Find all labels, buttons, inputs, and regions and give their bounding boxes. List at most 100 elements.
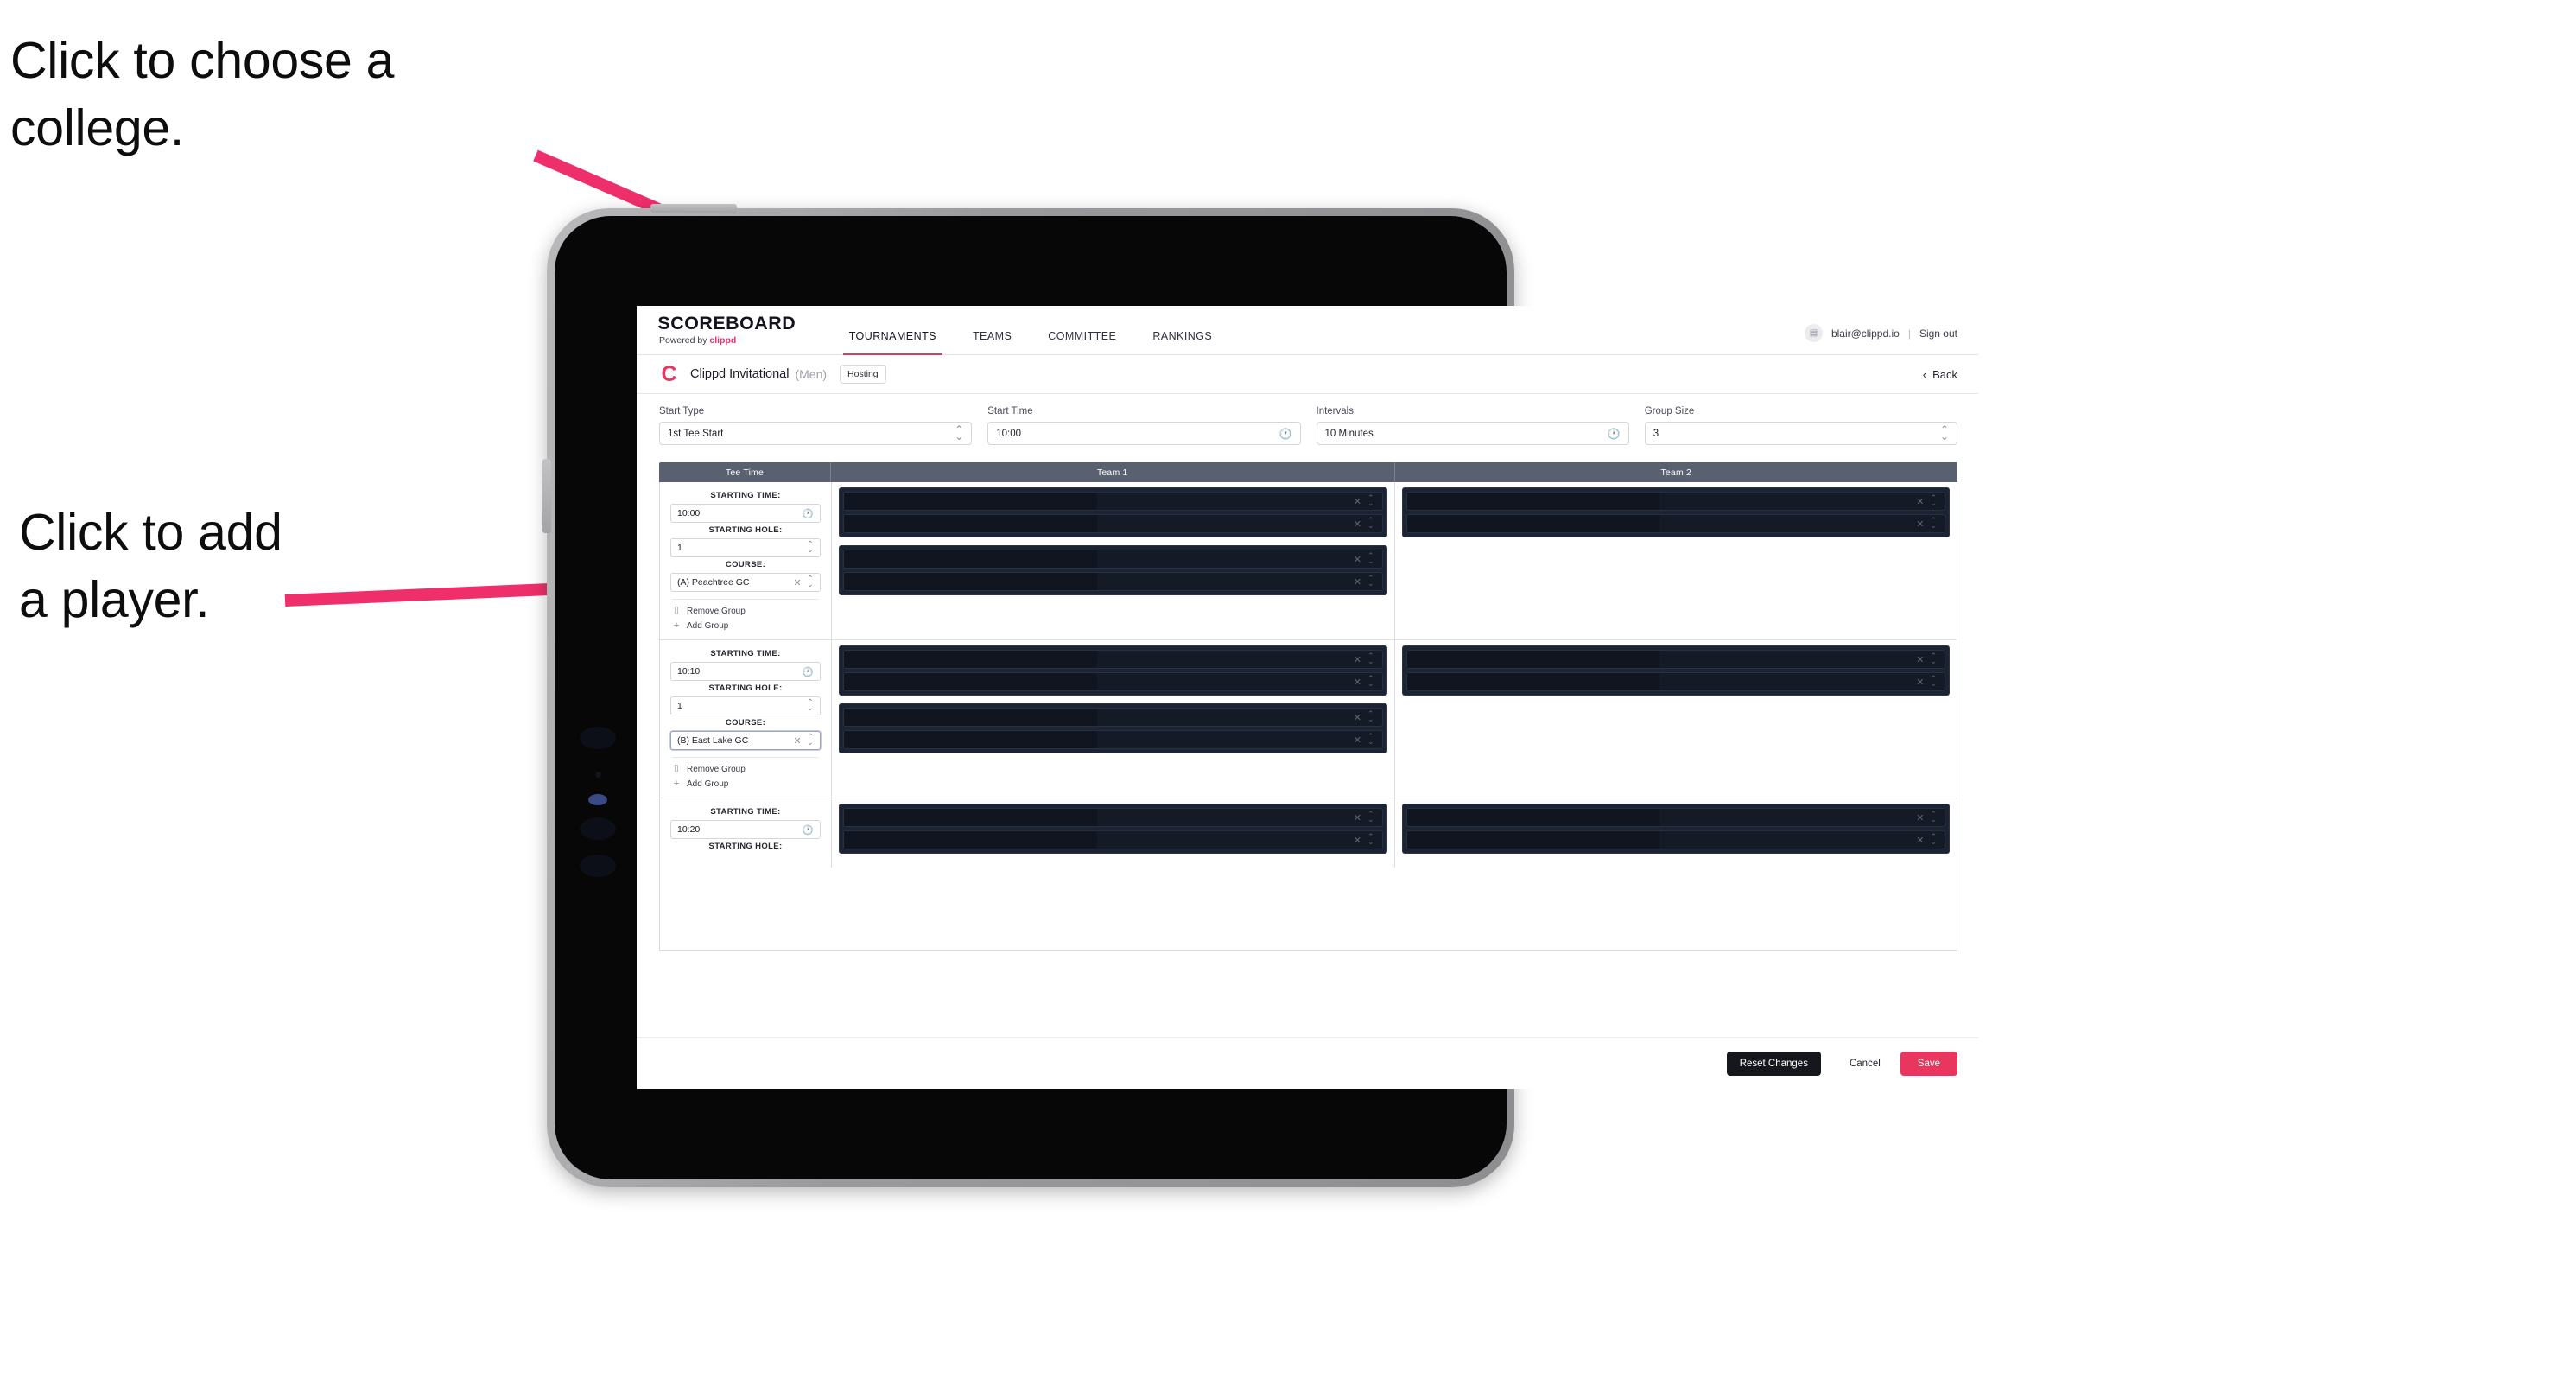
starting-hole-label: STARTING HOLE: [708,842,783,851]
starting-hole-input[interactable]: 1 ⌃ ⌄ [670,696,821,715]
field-group-size: Group Size 3 ⌃ ⌄ [1644,406,1957,445]
annotation-choose-college: Click to choose a college. [10,32,395,156]
player-row-controls: ✕ ⌃ ⌄ [1354,494,1374,507]
add-group-button[interactable]: + Add Group [670,777,821,791]
chevron-updown-icon[interactable]: ⌃ ⌄ [1930,833,1937,845]
nav-item-rankings[interactable]: RANKINGS [1134,330,1230,354]
player-group-block: ✕ ⌃ ⌄ ✕ ⌃ ⌄ [839,645,1387,696]
reset-changes-button[interactable]: Reset Changes [1726,1051,1821,1076]
player-select-row[interactable]: ✕ ⌃ ⌄ [843,492,1383,511]
brand-logo[interactable]: SCOREBOARD Powered by clippd [657,315,795,354]
tablet-power-button[interactable] [650,204,737,213]
course-select[interactable]: (B) East Lake GC ✕ ⌃ ⌄ [670,731,821,750]
cancel-button[interactable]: Cancel [1836,1051,1894,1076]
tee-time-grid[interactable]: STARTING TIME: 10:00 🕐 STARTING HOLE: 1 ⌃ ⌄ COU… [659,482,1957,951]
starting-time-label: STARTING TIME: [710,649,781,658]
chevron-updown-icon[interactable]: ⌃ ⌄ [1930,652,1937,664]
player-select-row[interactable]: ✕ ⌃ ⌄ [843,808,1383,827]
clear-icon[interactable]: ✕ [1354,496,1361,507]
clear-icon[interactable]: ✕ [793,735,801,747]
chevron-updown-icon[interactable]: ⌃ ⌄ [1367,494,1374,506]
nav-item-committee[interactable]: COMMITTEE [1030,330,1134,354]
player-select-row[interactable]: ✕ ⌃ ⌄ [1405,808,1945,827]
player-select-row[interactable]: ✕ ⌃ ⌄ [843,730,1383,749]
clock-icon: 🕐 [802,824,814,836]
group-size-select[interactable]: 3 ⌃ ⌄ [1644,422,1957,445]
starting-time-input[interactable]: 10:10 🕐 [670,662,821,681]
field-start-type-label: Start Type [659,406,705,416]
player-select-row[interactable]: ✕ ⌃ ⌄ [1405,672,1945,691]
player-select-row[interactable]: ✕ ⌃ ⌄ [843,550,1383,569]
player-group-block: ✕ ⌃ ⌄ ✕ ⌃ ⌄ [839,703,1387,753]
player-select-row[interactable]: ✕ ⌃ ⌄ [1405,650,1945,669]
starting-hole-input[interactable]: 1 ⌃ ⌄ [670,538,821,557]
sign-out-link[interactable]: Sign out [1919,327,1957,340]
clear-icon[interactable]: ✕ [1354,518,1361,530]
player-select-row[interactable]: ✕ ⌃ ⌄ [1405,830,1945,849]
chevron-updown-icon[interactable]: ⌃ ⌄ [1367,733,1374,745]
player-select-row[interactable]: ✕ ⌃ ⌄ [843,650,1383,669]
player-group-block: ✕ ⌃ ⌄ ✕ ⌃ ⌄ [839,804,1387,854]
player-select-row[interactable]: ✕ ⌃ ⌄ [843,672,1383,691]
clear-icon[interactable]: ✕ [1354,554,1361,565]
clear-icon[interactable]: ✕ [1354,654,1361,665]
start-type-select[interactable]: 1st Tee Start ⌃ ⌄ [659,422,973,445]
remove-group-button[interactable]: ⌷ Remove Group [670,604,821,619]
chevron-updown-icon[interactable]: ⌃ ⌄ [1930,494,1937,506]
chevron-updown-icon[interactable]: ⌃ ⌄ [1367,552,1374,564]
tee-time-cell: STARTING TIME: 10:00 🕐 STARTING HOLE: 1 ⌃ ⌄ COU… [660,482,832,639]
chevron-updown-icon[interactable]: ⌃ ⌄ [1367,575,1374,587]
starting-time-input[interactable]: 10:20 🕐 [670,820,821,839]
clear-icon[interactable]: ✕ [793,577,801,588]
remove-group-button[interactable]: ⌷ Remove Group [670,762,821,777]
clear-icon[interactable]: ✕ [1916,654,1924,665]
clear-icon[interactable]: ✕ [1354,576,1361,588]
clear-icon[interactable]: ✕ [1916,812,1924,823]
chevron-updown-icon[interactable]: ⌃ ⌄ [1367,675,1374,687]
chevron-updown-icon[interactable]: ⌃ ⌄ [1367,710,1374,722]
tablet-volume-button[interactable] [542,459,551,533]
clear-icon[interactable]: ✕ [1916,518,1924,530]
nav-item-tournaments[interactable]: TOURNAMENTS [831,330,955,355]
chevron-updown-icon[interactable]: ⌃ ⌄ [1930,675,1937,687]
column-header-team-2: Team 2 [1660,467,1692,478]
player-select-row[interactable]: ✕ ⌃ ⌄ [1405,514,1945,533]
screenshot-root: Click to choose a college. Click to add … [0,0,2576,1386]
settings-form-row: Start Type 1st Tee Start ⌃ ⌄ Start Time 1… [637,394,1978,454]
intervals-input[interactable]: 10 Minutes 🕐 [1316,422,1629,445]
player-row-controls: ✕ ⌃ ⌄ [1916,675,1937,688]
clear-icon[interactable]: ✕ [1916,677,1924,688]
clear-icon[interactable]: ✕ [1354,677,1361,688]
starting-time-input[interactable]: 10:00 🕐 [670,504,821,523]
player-select-row[interactable]: ✕ ⌃ ⌄ [843,514,1383,533]
player-group-block: ✕ ⌃ ⌄ ✕ ⌃ ⌄ [1401,645,1950,696]
clock-icon: 🕐 [802,666,814,677]
player-row-controls: ✕ ⌃ ⌄ [1354,517,1374,530]
clear-icon[interactable]: ✕ [1354,812,1361,823]
player-select-row[interactable]: ✕ ⌃ ⌄ [843,830,1383,849]
divider [672,757,819,758]
chevron-updown-icon[interactable]: ⌃ ⌄ [1367,652,1374,664]
clear-icon[interactable]: ✕ [1354,835,1361,846]
chevron-updown-icon[interactable]: ⌃ ⌄ [1367,811,1374,823]
avatar[interactable]: ▤ [1804,324,1823,342]
start-time-input[interactable]: 10:00 🕐 [987,422,1301,445]
course-select[interactable]: (A) Peachtree GC ✕ ⌃ ⌄ [670,573,821,592]
chevron-updown-icon[interactable]: ⌃ ⌄ [1367,833,1374,845]
player-select-row[interactable]: ✕ ⌃ ⌄ [843,708,1383,727]
clear-icon[interactable]: ✕ [1354,712,1361,723]
clear-icon[interactable]: ✕ [1916,496,1924,507]
clear-icon[interactable]: ✕ [1354,734,1361,746]
chevron-updown-icon[interactable]: ⌃ ⌄ [1367,517,1374,529]
nav-item-teams[interactable]: TEAMS [955,330,1030,354]
starting-time-input-value: 10:20 [677,824,701,835]
status-badge: Hosting [840,365,886,384]
clear-icon[interactable]: ✕ [1916,835,1924,846]
chevron-updown-icon[interactable]: ⌃ ⌄ [1930,517,1937,529]
back-button[interactable]: ‹ Back [1923,368,1957,381]
chevron-updown-icon[interactable]: ⌃ ⌄ [1930,811,1937,823]
save-button[interactable]: Save [1900,1051,1957,1076]
player-select-row[interactable]: ✕ ⌃ ⌄ [1405,492,1945,511]
player-select-row[interactable]: ✕ ⌃ ⌄ [843,572,1383,591]
add-group-button[interactable]: + Add Group [670,619,821,633]
